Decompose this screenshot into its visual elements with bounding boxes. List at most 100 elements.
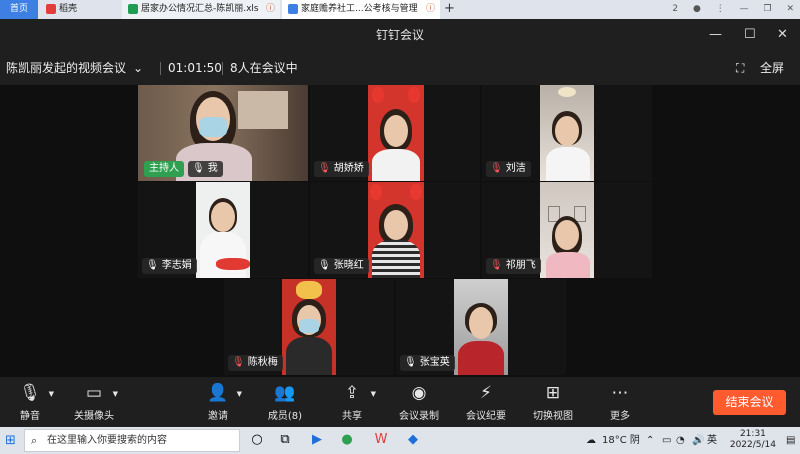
window-title: 钉钉会议 (375, 28, 424, 42)
participant-label: 🎙 张晓红 (314, 258, 369, 274)
participant-count: 8人在会议中 (230, 61, 298, 75)
tab-spreadsheet[interactable]: 居家办公情况汇总-陈凯丽.xls ⓘ (122, 0, 280, 19)
meeting-title[interactable]: 陈凯丽发起的视频会议 (6, 51, 126, 85)
app-icon[interactable]: ▶ (308, 431, 326, 449)
more-button[interactable]: ⋯ 更多 (590, 381, 650, 422)
host-badge: 主持人 (144, 161, 184, 177)
video-feed (282, 279, 336, 375)
video-tile[interactable]: 🎙 张晓红 (310, 182, 480, 278)
record-button[interactable]: ◉ 会议录制 (389, 381, 449, 422)
record-label: 会议录制 (399, 411, 439, 422)
participant-name: 李志娟 (161, 260, 192, 271)
caret-icon[interactable]: ▼ (237, 390, 242, 398)
participant-name: 陈秋梅 (247, 357, 278, 368)
menu-icon[interactable]: ⋮ (716, 4, 725, 14)
video-feed (368, 85, 424, 181)
caret-icon[interactable]: ▼ (49, 390, 54, 398)
task-view-icon[interactable]: ⧉ (276, 431, 294, 449)
divider (222, 62, 223, 75)
tab-count-badge[interactable]: 2 (672, 4, 678, 14)
tab-docer[interactable]: 稻壳 (40, 0, 120, 19)
fullscreen-label[interactable]: 全屏 (760, 51, 784, 85)
video-tile[interactable]: 🎙 刘洁 (482, 85, 652, 181)
clock-date: 2022/5/14 (729, 440, 776, 450)
meeting-toolbar: 🎙 ▼ 静音 ▭ ▼ 关摄像头 👤 ▼ 邀请 👥 成员(8) ⇪ ▼ 共享 ◉ … (0, 377, 800, 427)
video-tile[interactable]: 🎙 陈秋梅 (224, 279, 394, 375)
participant-label: 🎙 陈秋梅 (228, 355, 283, 371)
window-close-icon[interactable]: ✕ (777, 19, 788, 51)
grid-view-icon: ⊞ (545, 383, 561, 403)
wechat-icon[interactable]: ● (338, 431, 356, 449)
invite-button[interactable]: 👤 ▼ 邀请 (188, 381, 248, 422)
mic-icon: 🎙 (318, 260, 331, 271)
video-tile-self[interactable]: 主持人 🎙 我 (138, 85, 308, 181)
mute-button[interactable]: 🎙 ▼ 静音 (0, 381, 60, 422)
participant-label: 🎙 胡娇娇 (314, 161, 369, 177)
network-icon[interactable]: ◔ (676, 427, 685, 454)
minutes-button[interactable]: ⚡ 会议纪要 (456, 381, 516, 422)
avatar-icon[interactable]: ● (693, 4, 701, 14)
weather-icon[interactable]: ☁ (586, 427, 596, 454)
battery-icon[interactable]: ▭ (662, 427, 671, 454)
video-tile[interactable]: 🎙 胡娇娇 (310, 85, 480, 181)
video-feed (368, 182, 424, 278)
close-icon[interactable]: ✕ (786, 4, 794, 14)
mic-icon: 🎙 (192, 163, 205, 174)
more-label: 更多 (610, 411, 630, 422)
os-taskbar: ⊞ ⌕ 在这里输入你要搜索的内容 ○ ⧉ ▶ ● W ◆ ☁ 18°C 阴 ⌃ … (0, 427, 800, 454)
volume-icon[interactable]: 🔊 (692, 427, 704, 454)
video-grid: 主持人 🎙 我 🎙 胡娇娇 🎙 刘洁 🎙 李志娟 🎙 张晓红 🎙 祁朋飞 🎙 陈… (0, 85, 800, 377)
weather-text[interactable]: 18°C 阴 (602, 427, 640, 454)
video-feed (540, 182, 594, 278)
wall-picture (238, 91, 288, 129)
tab-document-active[interactable]: 家庭赡养社工...公考核与管理 ⓘ (282, 0, 440, 19)
switch-view-button[interactable]: ⊞ 切换视图 (523, 381, 583, 422)
tab-docer-label: 稻壳 (59, 4, 78, 14)
participant-name: 胡娇娇 (333, 163, 364, 174)
tab-alert-icon[interactable]: ⓘ (426, 0, 435, 19)
new-tab-button[interactable]: + (444, 0, 455, 18)
windows-start-icon[interactable]: ⊞ (5, 433, 16, 448)
notification-icon[interactable]: ▤ (786, 427, 795, 454)
window-maximize-icon[interactable]: ☐ (744, 19, 756, 51)
restore-icon[interactable]: ❐ (764, 4, 772, 14)
members-button[interactable]: 👥 成员(8) (255, 381, 315, 422)
share-button[interactable]: ⇪ ▼ 共享 (322, 381, 382, 422)
mic-muted-icon: 🎙 (232, 357, 245, 368)
members-label: 成员(8) (267, 411, 303, 422)
ime-indicator[interactable]: 英 (707, 427, 717, 454)
system-clock[interactable]: 21:31 2022/5/14 (730, 429, 776, 451)
mic-muted-icon: 🎙 (318, 163, 331, 174)
window-minimize-icon[interactable]: — (709, 19, 722, 51)
wps-icon[interactable]: W (372, 431, 390, 449)
dingtalk-icon[interactable]: ◆ (404, 431, 422, 449)
minimize-icon[interactable]: — (740, 4, 749, 14)
video-tile[interactable]: 🎙 祁朋飞 (482, 182, 652, 278)
video-feed (454, 279, 508, 375)
end-meeting-button[interactable]: 结束会议 (713, 390, 786, 415)
tab-alert-icon[interactable]: ⓘ (266, 0, 275, 19)
video-tile[interactable]: 🎙 张宝英 (396, 279, 566, 375)
caret-icon[interactable]: ▼ (371, 390, 376, 398)
mute-label: 静音 (20, 411, 40, 422)
cortana-icon[interactable]: ○ (248, 431, 266, 449)
mic-muted-icon: 🎙 (490, 260, 503, 271)
video-tile[interactable]: 🎙 李志娟 (138, 182, 308, 278)
browser-controls: 2 ● ⋮ — ❐ ✕ (660, 0, 794, 19)
camera-button[interactable]: ▭ ▼ 关摄像头 (64, 381, 124, 422)
tab-home[interactable]: 首页 (0, 0, 38, 19)
caret-icon[interactable]: ▼ (113, 390, 118, 398)
fullscreen-icon[interactable]: ⛶ (736, 51, 744, 85)
chevron-down-icon[interactable]: ⌄ (133, 51, 143, 85)
mic-muted-icon: 🎙 (490, 163, 503, 174)
tab-document-label: 家庭赡养社工...公考核与管理 (301, 4, 418, 14)
docer-icon (46, 3, 56, 14)
minutes-label: 会议纪要 (466, 411, 506, 422)
members-icon: 👥 (274, 383, 296, 403)
decoration (296, 281, 322, 299)
taskbar-search-input[interactable]: ⌕ 在这里输入你要搜索的内容 (24, 429, 240, 452)
meeting-info-bar: 陈凯丽发起的视频会议 ⌄ 01:01:50 8人在会议中 ⛶ 全屏 (0, 51, 800, 85)
chandelier (558, 87, 576, 97)
minutes-icon: ⚡ (480, 383, 492, 403)
tray-chevron-icon[interactable]: ⌃ (646, 427, 654, 454)
